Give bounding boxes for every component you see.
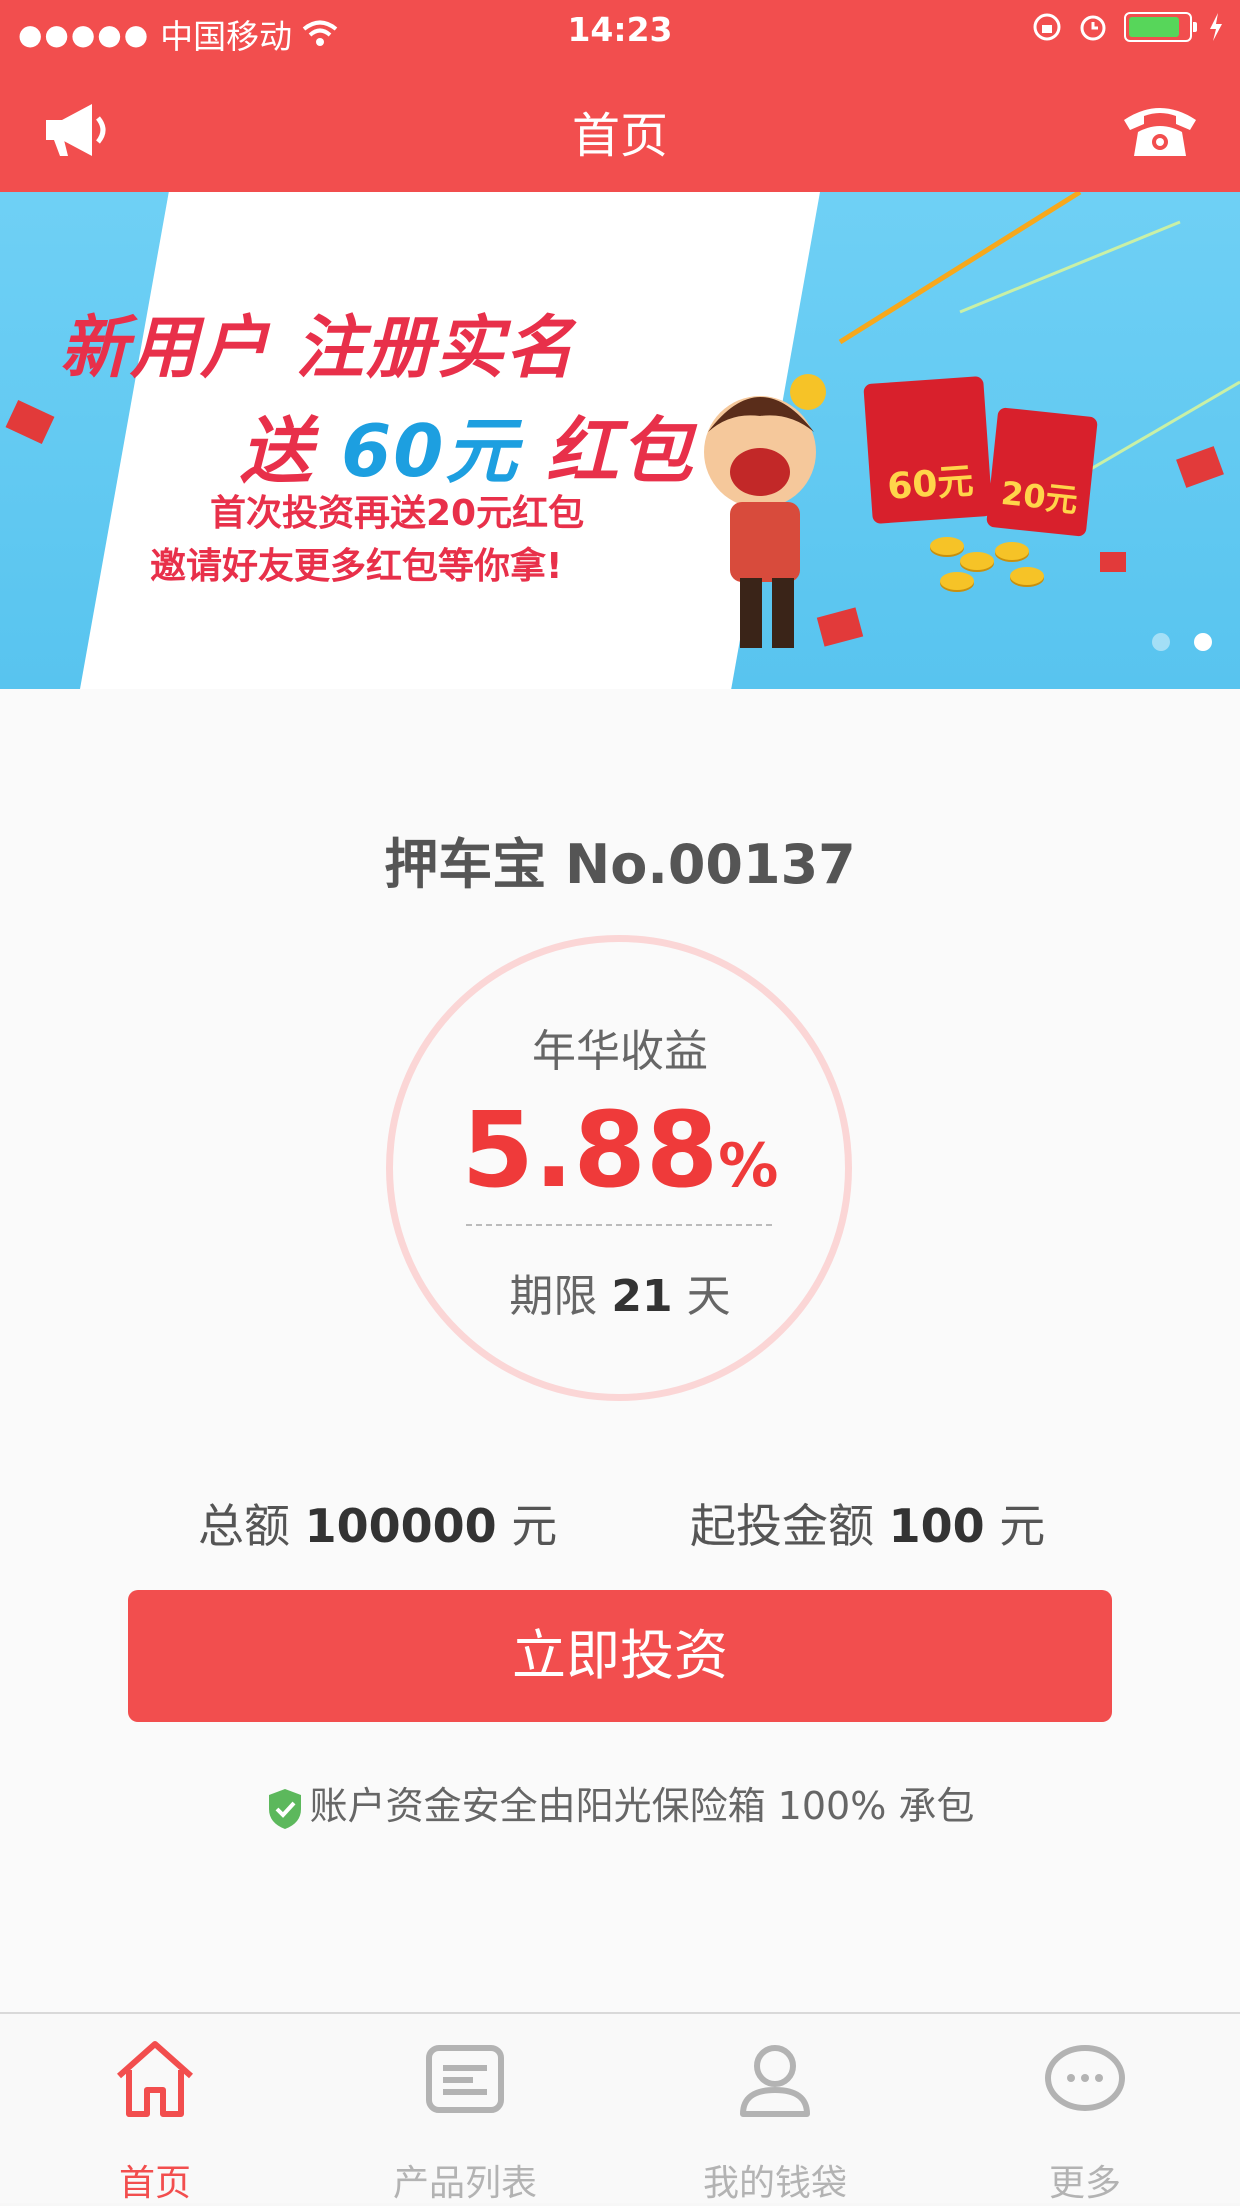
- term-label: 期限: [509, 1271, 598, 1322]
- min-invest-amount: 起投金额 100 元: [690, 1490, 1045, 1556]
- coin-icon: [940, 572, 974, 590]
- tab-home-label: 首页: [118, 2163, 191, 2204]
- total-amount: 总额 100000 元: [198, 1490, 557, 1556]
- rate-unit: %: [718, 1131, 779, 1201]
- product-name: 押车宝 No.00137: [384, 833, 856, 896]
- min-label: 起投金额: [690, 1499, 874, 1553]
- home-icon: [117, 2041, 193, 2117]
- red-envelope-60: 60元: [863, 375, 993, 525]
- coin-icon: [995, 542, 1029, 560]
- term-info: 期限 21 天: [0, 1260, 1240, 1324]
- tab-bar: 首页 产品列表 我的钱袋 更多: [0, 2012, 1240, 2204]
- rate-label: 年华收益: [532, 1026, 708, 1077]
- banner-headline-2: 送 60元 红包: [240, 392, 694, 497]
- banner-headline-2c: 红包: [546, 409, 695, 493]
- tab-more[interactable]: 更多: [930, 2014, 1240, 2204]
- safety-note-text: 账户资金安全由阳光保险箱 100% 承包: [309, 1784, 975, 1828]
- shield-check-icon: [268, 1788, 301, 1829]
- list-icon: [426, 2045, 504, 2113]
- banner-subline-1: 首次投资再送20元红包: [210, 493, 585, 534]
- mascot-illustration: [704, 374, 826, 648]
- min-value: 100: [888, 1499, 985, 1553]
- page-title: 首页: [571, 108, 668, 164]
- coin-icon: [930, 537, 964, 555]
- rate-divider: [466, 1224, 772, 1226]
- term-value: 21: [611, 1271, 673, 1322]
- total-label: 总额: [198, 1499, 290, 1553]
- tab-home[interactable]: 首页: [0, 2014, 310, 2204]
- charging-icon: [1210, 13, 1222, 41]
- tab-product-list-label: 产品列表: [392, 2163, 537, 2204]
- tab-my-wallet-label: 我的钱袋: [702, 2163, 847, 2204]
- banner-headline-1: 新用户 注册实名: [60, 309, 576, 388]
- battery-icon: [1124, 12, 1197, 42]
- tab-my-wallet[interactable]: 我的钱袋: [620, 2014, 930, 2204]
- user-icon: [740, 2045, 810, 2117]
- status-right: [1032, 12, 1224, 42]
- nav-bar: 首页: [0, 62, 1240, 192]
- total-unit: 元: [511, 1499, 558, 1553]
- rate-value: 5.88%: [0, 1095, 1240, 1221]
- safety-note: 账户资金安全由阳光保险箱 100% 承包: [0, 1775, 1240, 1831]
- phone-icon[interactable]: [1120, 98, 1200, 162]
- banner-page-dot-2[interactable]: [1194, 633, 1212, 651]
- rate-number: 5.88: [461, 1089, 719, 1211]
- red-envelope-20: 20元: [986, 407, 1098, 537]
- rotation-lock-icon: [1033, 13, 1061, 41]
- alarm-icon: [1080, 15, 1106, 41]
- invest-now-button[interactable]: 立即投资: [128, 1590, 1112, 1722]
- banner-headline-2b: 60元: [341, 409, 520, 493]
- total-value: 100000: [304, 1499, 497, 1553]
- banner-subline-2: 邀请好友更多红包等你拿!: [150, 546, 563, 587]
- more-icon: [1045, 2045, 1125, 2111]
- min-unit: 元: [999, 1499, 1046, 1553]
- banner-page-dot-1[interactable]: [1152, 633, 1170, 651]
- status-bar: ●●●●● 中国移动 14:23: [0, 0, 1240, 62]
- banner-headline-2a: 送: [240, 409, 315, 493]
- tab-product-list[interactable]: 产品列表: [310, 2014, 620, 2204]
- coin-icon: [960, 552, 994, 570]
- promo-banner[interactable]: 新用户 注册实名 送 60元 红包 首次投资再送20元红包 邀请好友更多红包等你…: [0, 192, 1240, 689]
- coin-icon: [1010, 567, 1044, 585]
- tab-more-label: 更多: [1048, 2163, 1121, 2204]
- term-unit: 天: [686, 1271, 731, 1322]
